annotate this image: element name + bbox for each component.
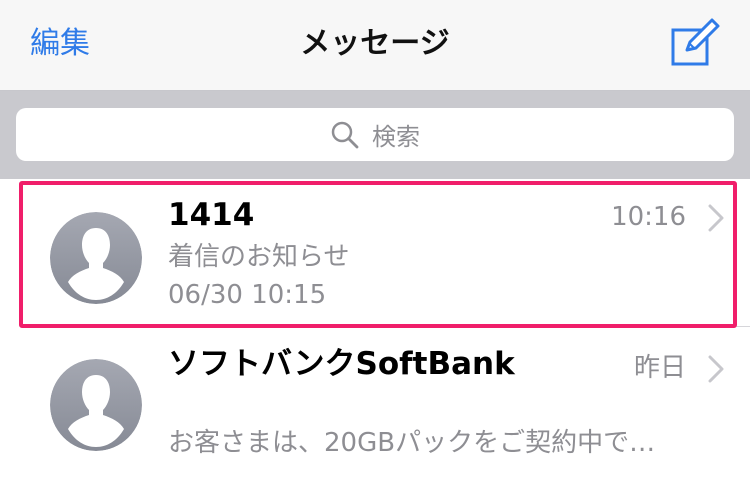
compose-icon[interactable] xyxy=(668,16,722,70)
search-placeholder: 検索 xyxy=(372,123,420,151)
message-time: 昨日 xyxy=(633,353,686,383)
sender-name: ソフトバンクSoftBank xyxy=(168,346,515,382)
avatar-icon xyxy=(50,359,142,451)
message-preview-line-1: お客さまは、20GBパックをご契約中で… xyxy=(168,428,656,458)
conversation-row-softbank[interactable]: ソフトバンクSoftBank 昨日 お客さまは、20GBパックをご契約中で… xyxy=(0,327,750,477)
search-area: 検索 xyxy=(0,91,750,179)
chevron-right-icon xyxy=(708,204,724,232)
message-time: 10:16 xyxy=(611,202,686,232)
sender-name: 1414 xyxy=(168,197,255,233)
chevron-right-icon xyxy=(708,355,724,383)
search-icon xyxy=(331,121,359,148)
conversation-row-1414[interactable]: 1414 10:16 着信のお知らせ 06/30 10:15 xyxy=(0,180,750,330)
message-preview-line-1: 着信のお知らせ xyxy=(168,242,350,272)
page-title: メッセージ xyxy=(300,26,450,61)
navigation-bar: 編集 メッセージ xyxy=(0,0,750,91)
message-preview-line-2: 06/30 10:15 xyxy=(168,280,327,310)
search-input[interactable]: 検索 xyxy=(16,108,734,161)
avatar-icon xyxy=(50,212,142,304)
